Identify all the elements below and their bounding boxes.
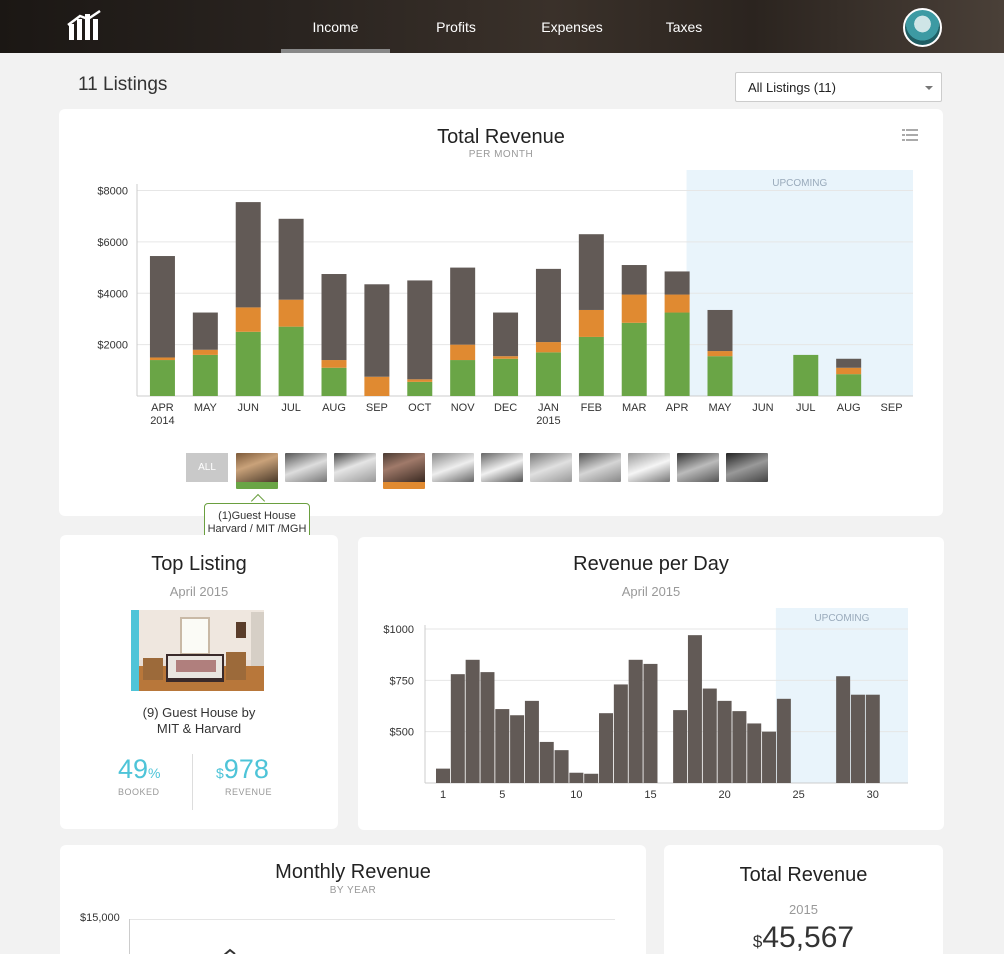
day-bar	[702, 688, 717, 783]
day-bar	[628, 659, 643, 783]
day-bar	[865, 694, 880, 783]
day-bar	[850, 694, 865, 783]
day-bar	[836, 676, 851, 783]
day-bar	[569, 772, 584, 783]
total-revenue-value: 45,567	[762, 921, 855, 954]
y-tick-label: $500	[390, 727, 414, 739]
y-tick-label: $750	[390, 675, 414, 687]
day-bar	[480, 672, 495, 783]
day-bar	[510, 715, 525, 783]
x-tick-label: 1	[440, 789, 446, 801]
day-bar	[717, 700, 732, 783]
gridline	[129, 919, 615, 920]
total-revenue-amount: $45,567	[664, 921, 943, 954]
day-bar	[776, 698, 791, 783]
monthly-revenue-card: Monthly Revenue BY YEAR $15,000	[60, 845, 646, 954]
day-bar	[450, 674, 465, 783]
revenue-per-day-chart: UPCOMING$500$750$10001 5 10 15 20 25 30	[383, 608, 908, 801]
x-tick-label: 30	[867, 789, 879, 801]
x-tick-label: 15	[644, 789, 656, 801]
day-bar	[762, 731, 777, 783]
total-revenue-currency: $	[752, 932, 763, 951]
day-bar	[524, 700, 539, 783]
day-bar	[584, 773, 599, 783]
x-tick-label: 20	[718, 789, 730, 801]
day-bar	[673, 710, 688, 783]
day-bar	[747, 723, 762, 783]
line-series-marker	[223, 948, 236, 954]
x-tick-label: 25	[793, 789, 805, 801]
day-bar	[495, 709, 510, 783]
monthly-revenue-subtitle: BY YEAR	[329, 885, 377, 896]
day-bar	[687, 635, 702, 783]
y-tick-label: $1000	[383, 624, 414, 636]
day-bar	[539, 741, 554, 783]
day-bar	[613, 684, 628, 783]
day-bar	[732, 711, 747, 783]
y-axis	[129, 919, 130, 954]
monthly-revenue-title: Monthly Revenue	[275, 861, 431, 883]
day-bar	[599, 713, 614, 783]
day-bar	[554, 750, 569, 783]
y-tick-label: $15,000	[80, 912, 120, 924]
total-revenue-summary-card: Total Revenue 2015 $45,567	[664, 845, 943, 954]
total-revenue-year: 2015	[789, 902, 818, 917]
day-bar	[643, 663, 658, 783]
total-revenue-summary-title: Total Revenue	[739, 864, 868, 886]
day-bar	[465, 659, 480, 783]
upcoming-label: UPCOMING	[814, 613, 869, 624]
day-bar	[436, 768, 450, 783]
x-tick-label: 5	[499, 789, 505, 801]
x-tick-label: 10	[570, 789, 582, 801]
